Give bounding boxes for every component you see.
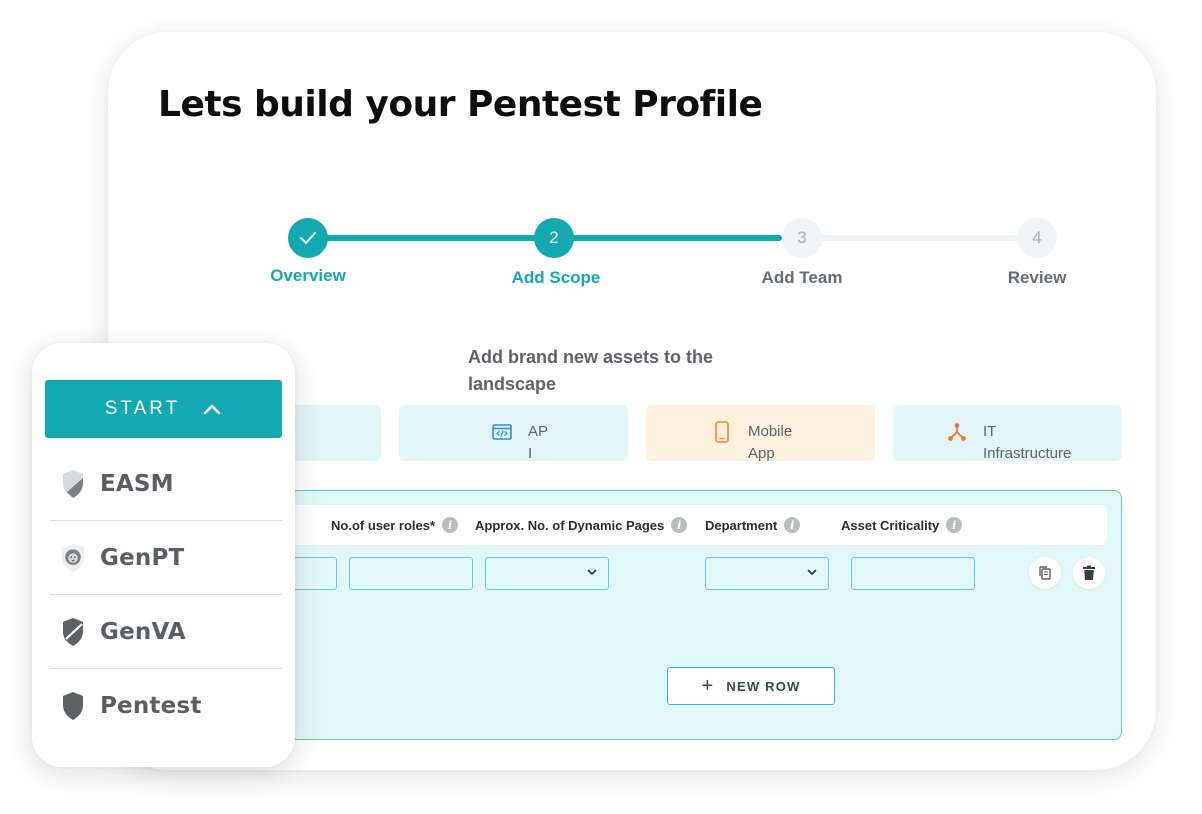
table-header: No.of user roles* i Approx. No. of Dynam… xyxy=(289,505,1107,545)
delete-row-button[interactable] xyxy=(1073,557,1105,589)
info-icon[interactable]: i xyxy=(784,517,801,533)
api-code-icon xyxy=(492,421,512,443)
mobile-phone-icon xyxy=(712,421,732,443)
step-review-label[interactable]: Review xyxy=(1008,268,1067,288)
page-title: Lets build your Pentest Profile xyxy=(158,84,763,125)
column-department-label: Department xyxy=(705,517,778,533)
menu-item-easm[interactable]: EASM xyxy=(50,447,282,521)
step-add-scope-circle[interactable]: 2 xyxy=(534,218,574,258)
asset-table-panel: No.of user roles* i Approx. No. of Dynam… xyxy=(288,490,1122,740)
start-label: START xyxy=(104,398,181,419)
pentest-shield-icon xyxy=(60,690,86,722)
new-row-label: NEW ROW xyxy=(726,678,801,694)
info-icon[interactable]: i xyxy=(671,517,688,533)
scope-heading: Add brand new assets to the landscape xyxy=(468,347,714,394)
product-menu-card: START EASM GenPT GenVA Pentest xyxy=(32,343,295,767)
chevron-down-icon xyxy=(587,569,597,575)
step-add-scope-label[interactable]: Add Scope xyxy=(512,268,601,288)
menu-item-easm-label: EASM xyxy=(100,470,174,497)
step-overview-label[interactable]: Overview xyxy=(270,266,346,286)
step-add-team-circle[interactable]: 3 xyxy=(782,218,822,258)
user-roles-input[interactable] xyxy=(349,557,473,590)
column-asset-criticality-label: Asset Criticality xyxy=(841,517,940,533)
asset-type-mobile-label-wrap: App xyxy=(748,445,775,462)
column-dynamic-pages: Approx. No. of Dynamic Pages i xyxy=(475,517,688,533)
trash-icon xyxy=(1083,565,1095,580)
easm-shield-icon xyxy=(60,468,86,500)
step-add-team-label[interactable]: Add Team xyxy=(762,268,843,288)
checkmark-icon xyxy=(300,232,316,244)
info-icon[interactable]: i xyxy=(946,517,963,533)
department-select[interactable] xyxy=(705,557,829,590)
step-review-circle[interactable]: 4 xyxy=(1017,218,1057,258)
column-department: Department i xyxy=(705,517,801,533)
menu-item-genva-label: GenVA xyxy=(100,618,186,645)
menu-item-genva[interactable]: GenVA xyxy=(50,595,282,669)
column-dynamic-pages-label: Approx. No. of Dynamic Pages xyxy=(475,517,665,533)
genva-shield-icon xyxy=(60,616,86,648)
asset-type-api-card[interactable]: AP I xyxy=(399,405,628,462)
column-asset-criticality: Asset Criticality i xyxy=(841,517,963,533)
asset-type-api-label: AP xyxy=(528,423,549,440)
menu-item-pentest-label: Pentest xyxy=(100,693,202,719)
dynamic-pages-select[interactable] xyxy=(485,557,609,590)
network-nodes-icon xyxy=(947,421,967,443)
lion-shield-icon xyxy=(60,542,86,574)
start-button[interactable]: START xyxy=(45,380,282,438)
chevron-up-icon xyxy=(203,404,221,415)
asset-type-infra-label-wrap: Infrastructure xyxy=(983,445,1072,462)
asset-type-infra-card[interactable]: IT Infrastructure xyxy=(893,405,1122,462)
info-icon[interactable]: i xyxy=(442,517,459,533)
asset-type-mobile-card[interactable]: Mobile App xyxy=(646,405,875,462)
menu-item-genpt-label: GenPT xyxy=(100,544,185,571)
menu-item-genpt[interactable]: GenPT xyxy=(50,521,282,595)
column-user-roles-label: No.of user roles* xyxy=(331,517,436,533)
chevron-down-icon xyxy=(807,569,817,575)
step-overview-circle[interactable] xyxy=(288,218,328,258)
asset-type-mobile-label: Mobile xyxy=(748,423,793,440)
copy-icon xyxy=(1039,566,1051,580)
duplicate-row-button[interactable] xyxy=(1029,557,1061,589)
menu-item-pentest[interactable]: Pentest xyxy=(50,669,282,743)
asset-criticality-input[interactable] xyxy=(851,557,975,590)
new-row-button[interactable]: + NEW ROW xyxy=(667,667,835,705)
asset-type-infra-label: IT xyxy=(983,423,997,440)
column-user-roles: No.of user roles* i xyxy=(331,517,459,533)
row-input-partial[interactable] xyxy=(289,557,337,590)
plus-icon: + xyxy=(701,675,715,697)
asset-type-api-label-wrap: I xyxy=(528,445,533,462)
